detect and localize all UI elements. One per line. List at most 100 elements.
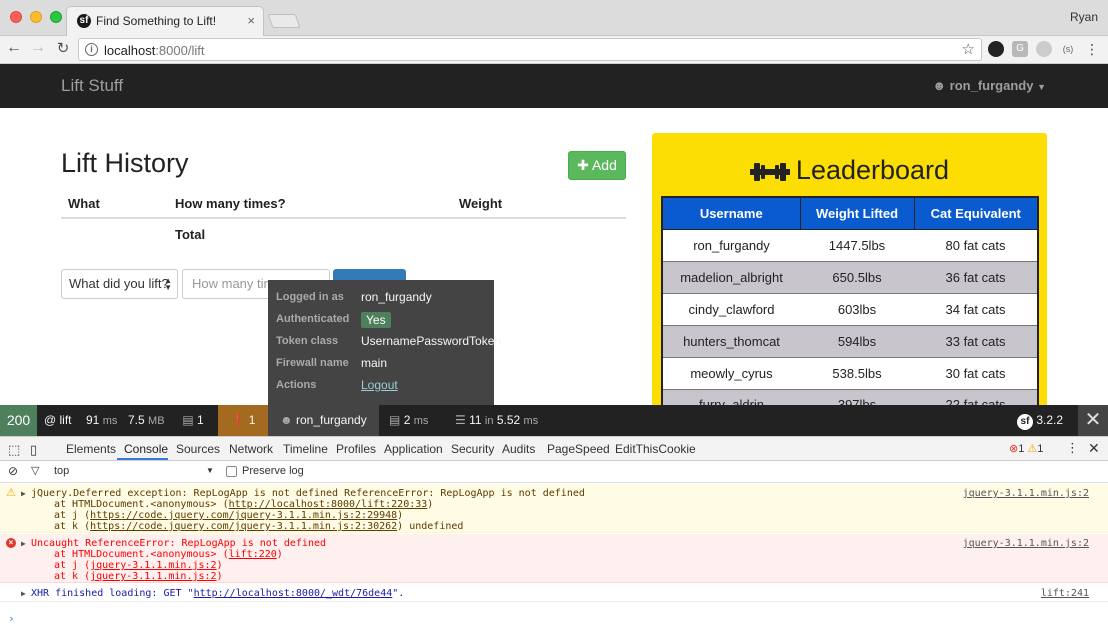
forward-arrow-icon[interactable]: →	[28, 39, 48, 57]
inspect-element-icon[interactable]: ⬚	[8, 442, 20, 458]
token-value: UsernamePasswordToken	[361, 334, 502, 348]
tab-application[interactable]: Application	[384, 442, 443, 456]
console-xhr-message[interactable]: ▶ XHR finished loading: GET "http://loca…	[0, 584, 1108, 602]
back-arrow-icon[interactable]: ←	[4, 39, 24, 57]
logged-in-row: Logged in as ron_furgandy	[276, 288, 490, 308]
security-item[interactable]: ☻ ron_furgandy	[268, 405, 379, 436]
tab-close-icon[interactable]: ×	[247, 13, 255, 28]
browser-toolbar: ← → ↻ i localhost:8000/lift ☆ G (s) ⋮	[0, 36, 1108, 64]
add-button[interactable]: ✚ Add	[568, 151, 626, 180]
console-warning-message[interactable]: ⚠ ▶ jQuery.Deferred exception: RepLogApp…	[0, 484, 1108, 533]
toolbar-close-icon[interactable]: ✕	[1078, 405, 1108, 436]
expand-triangle-icon[interactable]: ▶	[21, 489, 26, 498]
console-error-message[interactable]: × ▶ Uncaught ReferenceError: RepLogApp i…	[0, 534, 1108, 583]
weight-cell: 594lbs	[800, 324, 914, 357]
filter-icon[interactable]: ▽	[31, 464, 39, 477]
stack-link[interactable]: jquery-3.1.1.min.js:2	[90, 571, 216, 582]
devtools-close-icon[interactable]: ✕	[1088, 440, 1100, 457]
column-header: What	[61, 190, 168, 219]
extension-s-icon[interactable]: (s)	[1060, 41, 1076, 57]
console-text: )	[397, 510, 404, 521]
cats-cell: 36 fat cats	[914, 260, 1038, 293]
xhr-link[interactable]: http://localhost:8000/_wdt/76de44	[194, 588, 393, 599]
stack-link[interactable]: http://localhost:8000/lift:220:33	[229, 499, 428, 510]
tab-pagespeed[interactable]: PageSpeed	[547, 442, 610, 456]
tab-network[interactable]: Network	[229, 442, 273, 456]
close-window-button[interactable]	[10, 11, 22, 23]
extension-cloud-icon[interactable]	[1036, 41, 1052, 57]
database-item[interactable]: ☰ 11 in 5.52 ms	[455, 405, 538, 436]
device-toolbar-icon[interactable]: ▯	[30, 442, 37, 458]
warning-count: 1	[1037, 443, 1044, 455]
logged-in-label: Logged in as	[276, 291, 344, 303]
tab-editthiscookie[interactable]: EditThisCookie	[615, 442, 696, 456]
profile-user[interactable]: Ryan	[1070, 10, 1098, 24]
source-link[interactable]: jquery-3.1.1.min.js:2	[963, 538, 1089, 549]
leaderboard-table: Username Weight Lifted Cat Equivalent ro…	[661, 196, 1039, 405]
weight-cell: 1447.5lbs	[800, 228, 914, 261]
user-dropdown[interactable]: ☻ ron_furgandy ▼	[932, 78, 1046, 93]
authenticated-badge: Yes	[361, 312, 391, 328]
lift-item-select[interactable]: What did you lift? ▲ ▼	[61, 269, 178, 299]
bookmark-star-icon[interactable]: ☆	[962, 40, 975, 58]
weight-cell: 650.5lbs	[800, 260, 914, 293]
tab-timeline[interactable]: Timeline	[283, 442, 328, 456]
symfony-version-item[interactable]: sf 3.2.2	[1017, 405, 1063, 436]
time-item[interactable]: 91 ms	[86, 405, 117, 436]
table-row: meowly_cyrus 538.5lbs 30 fat cats	[662, 356, 1038, 389]
tab-audits[interactable]: Audits	[502, 442, 535, 456]
tab-profiles[interactable]: Profiles	[336, 442, 376, 456]
stack-link[interactable]: jquery-3.1.1.min.js:2	[90, 560, 216, 571]
table-row: furry_aldrin 397lbs 22 fat cats	[662, 388, 1038, 405]
table-row: madelion_albright 650.5lbs 36 fat cats	[662, 260, 1038, 293]
source-link[interactable]: lift:241	[1041, 588, 1089, 599]
browser-tab[interactable]: sf Find Something to Lift! ×	[66, 6, 264, 36]
browser-menu-icon[interactable]: ⋮	[1084, 41, 1100, 57]
site-brand[interactable]: Lift Stuff	[61, 76, 123, 96]
add-button-label: Add	[591, 157, 617, 173]
warning-icon: ⚠	[6, 487, 16, 499]
source-link[interactable]: jquery-3.1.1.min.js:2	[963, 488, 1089, 499]
forms-item[interactable]: ▤ 1	[170, 405, 216, 436]
expand-triangle-icon[interactable]: ▶	[21, 589, 26, 598]
stack-link[interactable]: https://code.jquery.com/jquery-3.1.1.min…	[90, 510, 397, 521]
warnings-item[interactable]: ❗ 1	[218, 405, 268, 436]
console-text: )	[276, 549, 283, 560]
error-counter[interactable]: ⊗1 ⚠1	[1009, 442, 1043, 455]
clear-console-icon[interactable]: ⊘	[8, 464, 18, 478]
symfony-logo-icon: sf	[1017, 414, 1033, 430]
tab-security[interactable]: Security	[451, 442, 494, 456]
address-bar[interactable]: i localhost:8000/lift ☆	[78, 38, 982, 61]
memory-item[interactable]: 7.5 MB	[128, 405, 165, 436]
twig-item[interactable]: ▤ 2 ms	[389, 405, 428, 436]
context-dropdown-icon[interactable]: ▼	[206, 466, 214, 475]
cats-cell: 33 fat cats	[914, 324, 1038, 357]
tab-sources[interactable]: Sources	[176, 442, 220, 456]
active-tab-indicator	[117, 458, 168, 460]
extension-g-icon[interactable]: G	[1012, 41, 1028, 57]
console-prompt[interactable]: ›	[8, 612, 15, 624]
db-in: in	[484, 415, 494, 427]
tab-console[interactable]: Console	[124, 442, 168, 456]
status-badge[interactable]: 200	[0, 405, 37, 436]
console-line: at k (jquery-3.1.1.min.js:2)	[54, 571, 223, 582]
stack-link[interactable]: https://code.jquery.com/jquery-3.1.1.min…	[90, 521, 397, 532]
error-count-icon: ⊗	[1009, 443, 1019, 455]
maximize-window-button[interactable]	[50, 11, 62, 23]
info-icon[interactable]: i	[85, 43, 98, 56]
context-select[interactable]: top	[54, 465, 69, 477]
new-tab-button[interactable]	[267, 14, 301, 28]
expand-triangle-icon[interactable]: ▶	[21, 539, 26, 548]
preserve-log-checkbox[interactable]	[226, 466, 237, 477]
reload-icon[interactable]: ↻	[53, 39, 73, 57]
dumbbell-icon	[749, 162, 790, 181]
authenticated-row: Authenticated Yes	[276, 310, 490, 330]
devtools-menu-icon[interactable]: ⋮	[1066, 440, 1079, 456]
tab-elements[interactable]: Elements	[66, 442, 116, 456]
minimize-window-button[interactable]	[30, 11, 42, 23]
console-text: ) undefined	[397, 521, 464, 532]
extension-flame-icon[interactable]	[988, 41, 1004, 57]
logout-link[interactable]: Logout	[361, 378, 398, 392]
route-item[interactable]: @ lift	[44, 405, 72, 436]
stack-link[interactable]: lift:220	[229, 549, 277, 560]
